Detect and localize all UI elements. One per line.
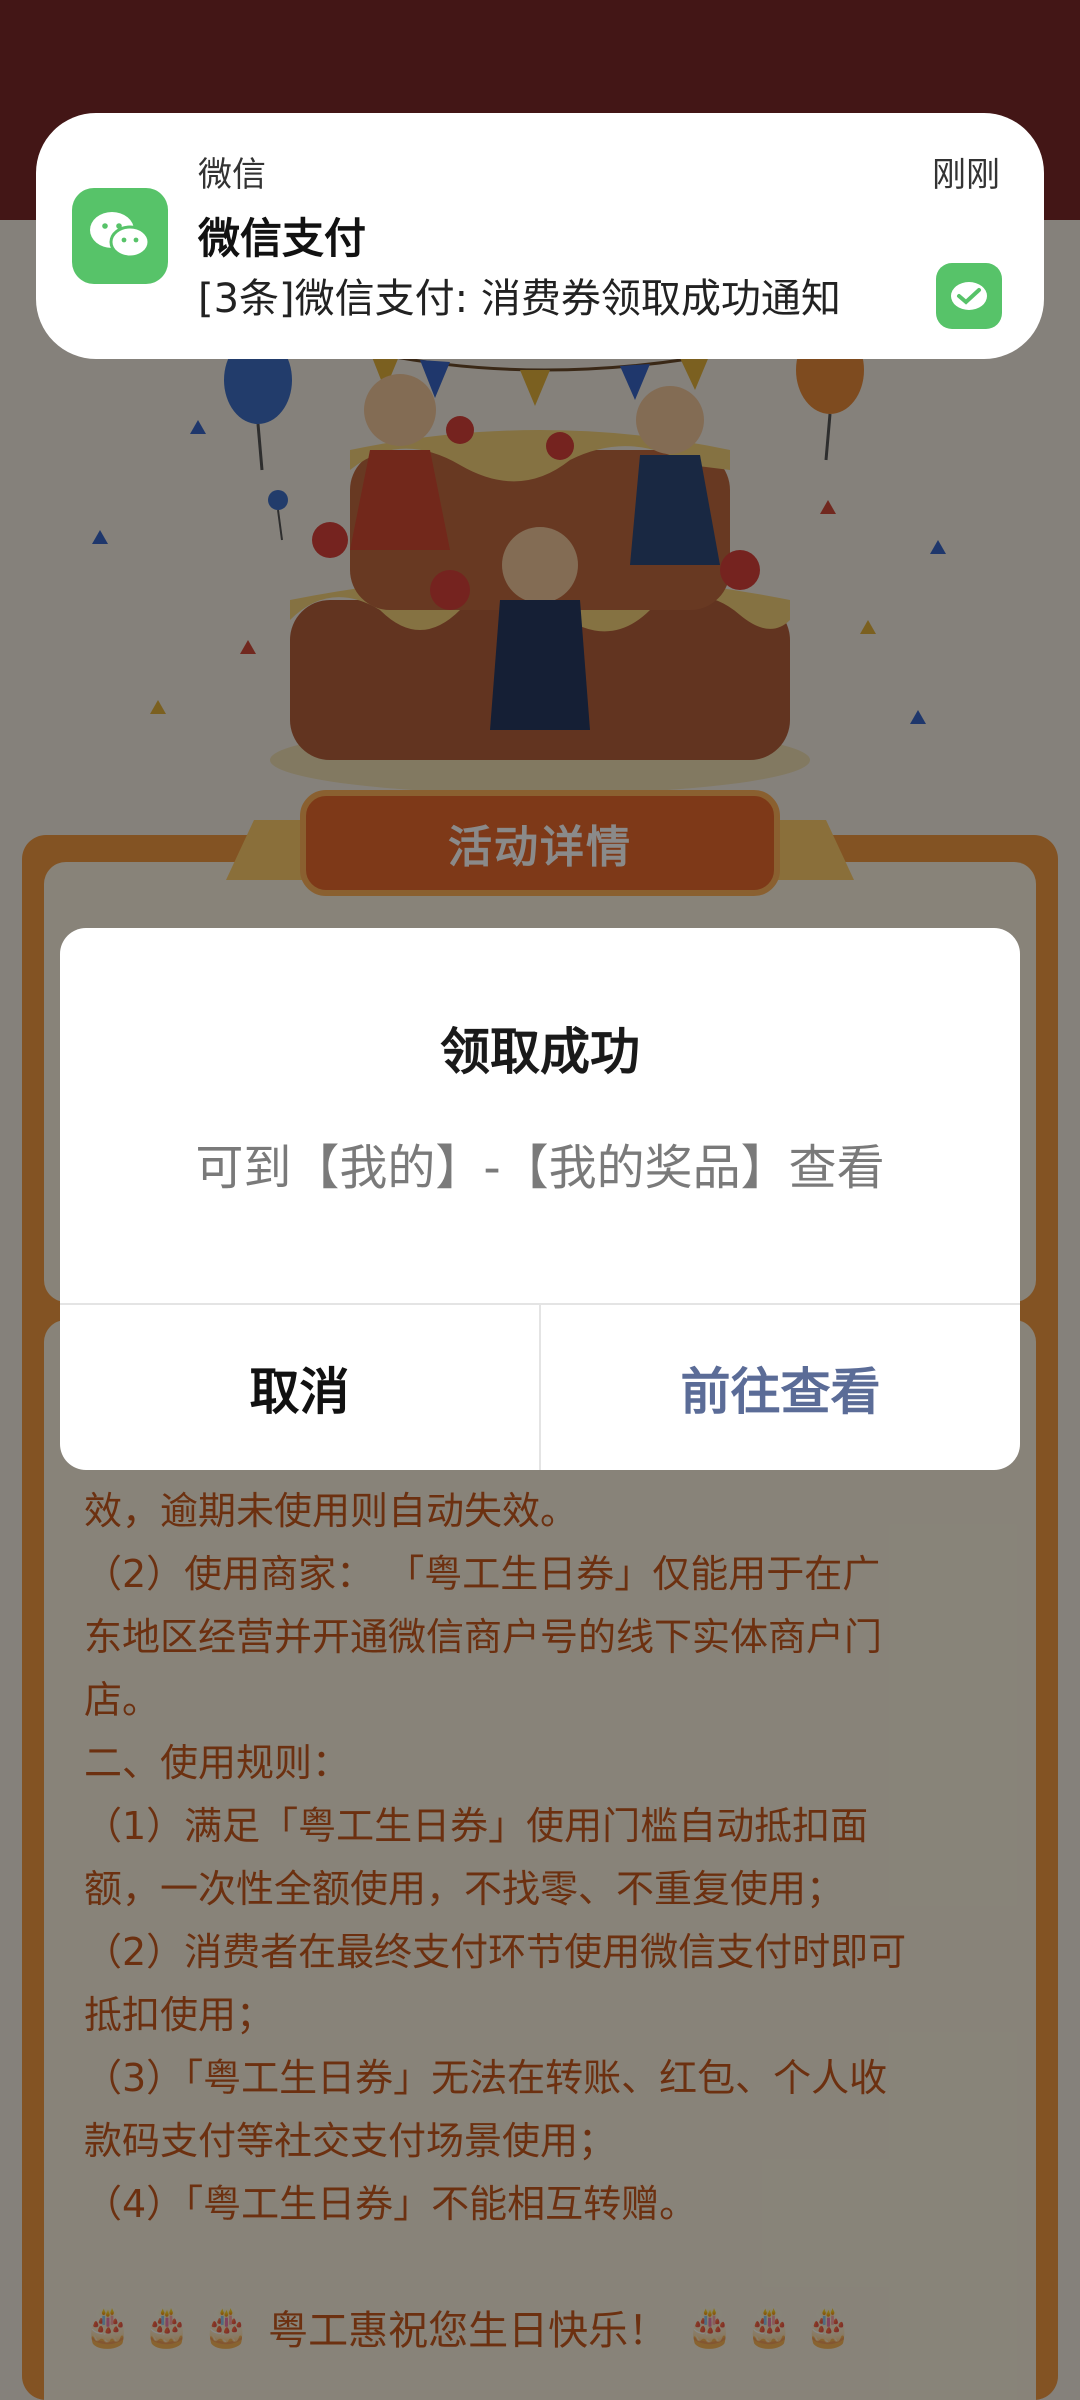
dialog-title: 领取成功 xyxy=(440,1023,640,1081)
success-dialog: 领取成功 可到【我的】-【我的奖品】查看 取消 前往查看 xyxy=(60,928,1020,1470)
notification-banner[interactable]: 微信 刚刚 微信支付 [3条]微信支付: 消费券领取成功通知 xyxy=(36,113,1044,359)
notification-title: 微信支付 xyxy=(198,214,367,263)
dialog-message: 可到【我的】-【我的奖品】查看 xyxy=(195,1140,885,1196)
cancel-button[interactable]: 取消 xyxy=(60,1305,539,1470)
wechat-icon xyxy=(72,188,168,284)
notification-time: 刚刚 xyxy=(932,155,1000,195)
view-prize-button[interactable]: 前往查看 xyxy=(541,1305,1020,1470)
wechat-pay-icon xyxy=(936,263,1002,329)
notification-app-name: 微信 xyxy=(198,155,266,195)
notification-body: [3条]微信支付: 消费券领取成功通知 xyxy=(198,276,841,322)
